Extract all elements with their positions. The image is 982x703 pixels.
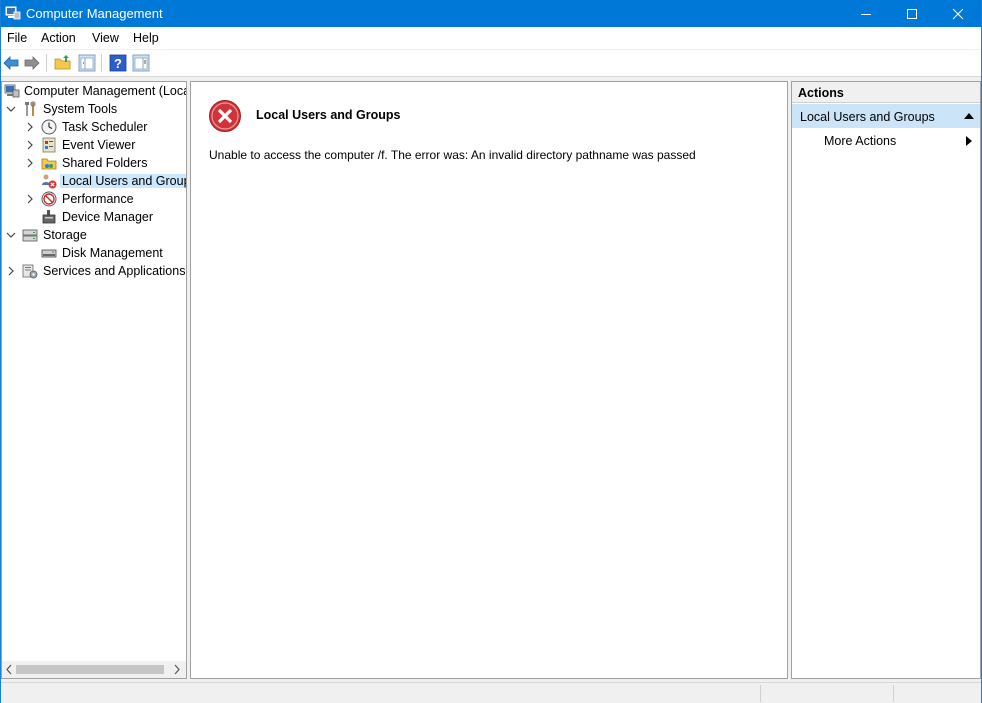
- error-message: Unable to access the computer /f. The er…: [209, 148, 696, 162]
- svg-text:?: ?: [114, 56, 122, 71]
- minimize-icon: [861, 13, 871, 15]
- tree-item-label: Services and Applications: [43, 264, 186, 278]
- tree-item-system-tools[interactable]: System Tools: [2, 100, 186, 118]
- status-bar: [1, 682, 981, 703]
- up-folder-icon[interactable]: [54, 54, 72, 72]
- chevron-right-icon[interactable]: [6, 265, 16, 277]
- forward-arrow-icon[interactable]: [23, 54, 41, 72]
- tree-item-performance[interactable]: Performance: [2, 190, 186, 208]
- title-bar[interactable]: Computer Management: [1, 0, 981, 27]
- tree-item-label: Local Users and Groups: [60, 174, 186, 188]
- scroll-left-icon[interactable]: [5, 664, 13, 675]
- toolbar-separator: [46, 54, 47, 72]
- tree-item-label: Task Scheduler: [62, 120, 148, 134]
- chevron-right-icon[interactable]: [25, 139, 35, 151]
- system-tools-icon: [25, 101, 36, 116]
- horizontal-scrollbar[interactable]: [2, 661, 186, 678]
- status-divider: [760, 685, 761, 702]
- maximize-button[interactable]: [889, 0, 935, 27]
- tree-item-shared-folders[interactable]: Shared Folders: [2, 154, 186, 172]
- users-error-icon: [42, 174, 57, 189]
- tree-root[interactable]: Computer Management (Local: [2, 82, 187, 100]
- shared-folder-icon: [41, 158, 57, 170]
- menu-help[interactable]: Help: [133, 31, 159, 45]
- tree-item-disk-management[interactable]: Disk Management: [2, 244, 186, 262]
- minimize-button[interactable]: [843, 0, 889, 27]
- tree-item-label: Event Viewer: [62, 138, 136, 152]
- more-actions-item[interactable]: More Actions: [792, 130, 980, 150]
- tree-item-storage[interactable]: Storage: [2, 226, 186, 244]
- chevron-right-icon[interactable]: [25, 157, 35, 169]
- close-icon: [952, 8, 964, 19]
- back-arrow-icon[interactable]: [2, 54, 20, 72]
- menu-file[interactable]: File: [7, 31, 27, 45]
- scroll-right-icon[interactable]: [173, 664, 181, 675]
- tree-root-label: Computer Management (Local: [24, 84, 187, 98]
- tree-item-label: System Tools: [43, 102, 118, 116]
- window-title: Computer Management: [26, 6, 163, 21]
- clock-icon: [41, 119, 57, 135]
- tree-item-device-manager[interactable]: Device Manager: [2, 208, 186, 226]
- toolbar-separator: [101, 54, 102, 72]
- disk-icon: [41, 249, 57, 258]
- actions-section-local-users-and-groups[interactable]: Local Users and Groups: [792, 104, 980, 128]
- error-title: Local Users and Groups: [256, 108, 401, 122]
- tree-item-label: Performance: [62, 192, 134, 206]
- result-pane: Local Users and Groups Unable to access …: [190, 81, 788, 679]
- toolbar: ?: [1, 50, 981, 77]
- tree-item-event-viewer[interactable]: Event Viewer: [2, 136, 186, 154]
- services-icon: [22, 264, 38, 279]
- submenu-arrow-icon: [966, 136, 972, 146]
- help-icon[interactable]: ?: [109, 54, 127, 72]
- actions-header: Actions: [792, 82, 980, 103]
- tree-item-label: Device Manager: [62, 210, 154, 224]
- close-button[interactable]: [935, 0, 981, 27]
- menu-view[interactable]: View: [92, 31, 119, 45]
- menu-action[interactable]: Action: [41, 31, 76, 45]
- chevron-right-icon[interactable]: [25, 121, 35, 133]
- show-hide-console-tree-icon[interactable]: [78, 54, 96, 72]
- more-actions-label: More Actions: [824, 134, 897, 148]
- device-manager-icon: [42, 210, 56, 224]
- error-icon: [209, 100, 241, 132]
- tree-item-local-users-and-groups[interactable]: Local Users and Groups: [2, 172, 186, 190]
- computer-management-icon: [4, 84, 20, 98]
- chevron-down-icon[interactable]: [6, 103, 16, 115]
- tree-item-services-and-applications[interactable]: Services and Applications: [2, 262, 186, 280]
- storage-icon: [22, 229, 38, 242]
- maximize-icon: [907, 8, 917, 19]
- console-tree: Computer Management (Local System Tools …: [1, 81, 187, 679]
- show-hide-action-pane-icon[interactable]: [132, 54, 150, 72]
- scrollbar-thumb[interactable]: [16, 665, 164, 674]
- tree-item-task-scheduler[interactable]: Task Scheduler: [2, 118, 186, 136]
- computer-management-window: Computer Management File Action View Hel…: [0, 0, 982, 703]
- status-divider: [893, 685, 894, 702]
- tree-item-label: Disk Management: [62, 246, 163, 260]
- tree-item-label: Shared Folders: [62, 156, 148, 170]
- menu-bar: File Action View Help: [1, 27, 981, 50]
- chevron-down-icon[interactable]: [6, 229, 16, 241]
- tree-item-label: Storage: [43, 228, 87, 242]
- event-viewer-icon: [42, 137, 56, 153]
- collapse-up-icon[interactable]: [964, 113, 974, 119]
- chevron-right-icon[interactable]: [25, 193, 35, 205]
- actions-section-label: Local Users and Groups: [800, 110, 935, 124]
- computer-management-icon: [5, 6, 21, 20]
- performance-icon: [41, 191, 57, 207]
- actions-pane: Actions Local Users and Groups More Acti…: [791, 81, 981, 679]
